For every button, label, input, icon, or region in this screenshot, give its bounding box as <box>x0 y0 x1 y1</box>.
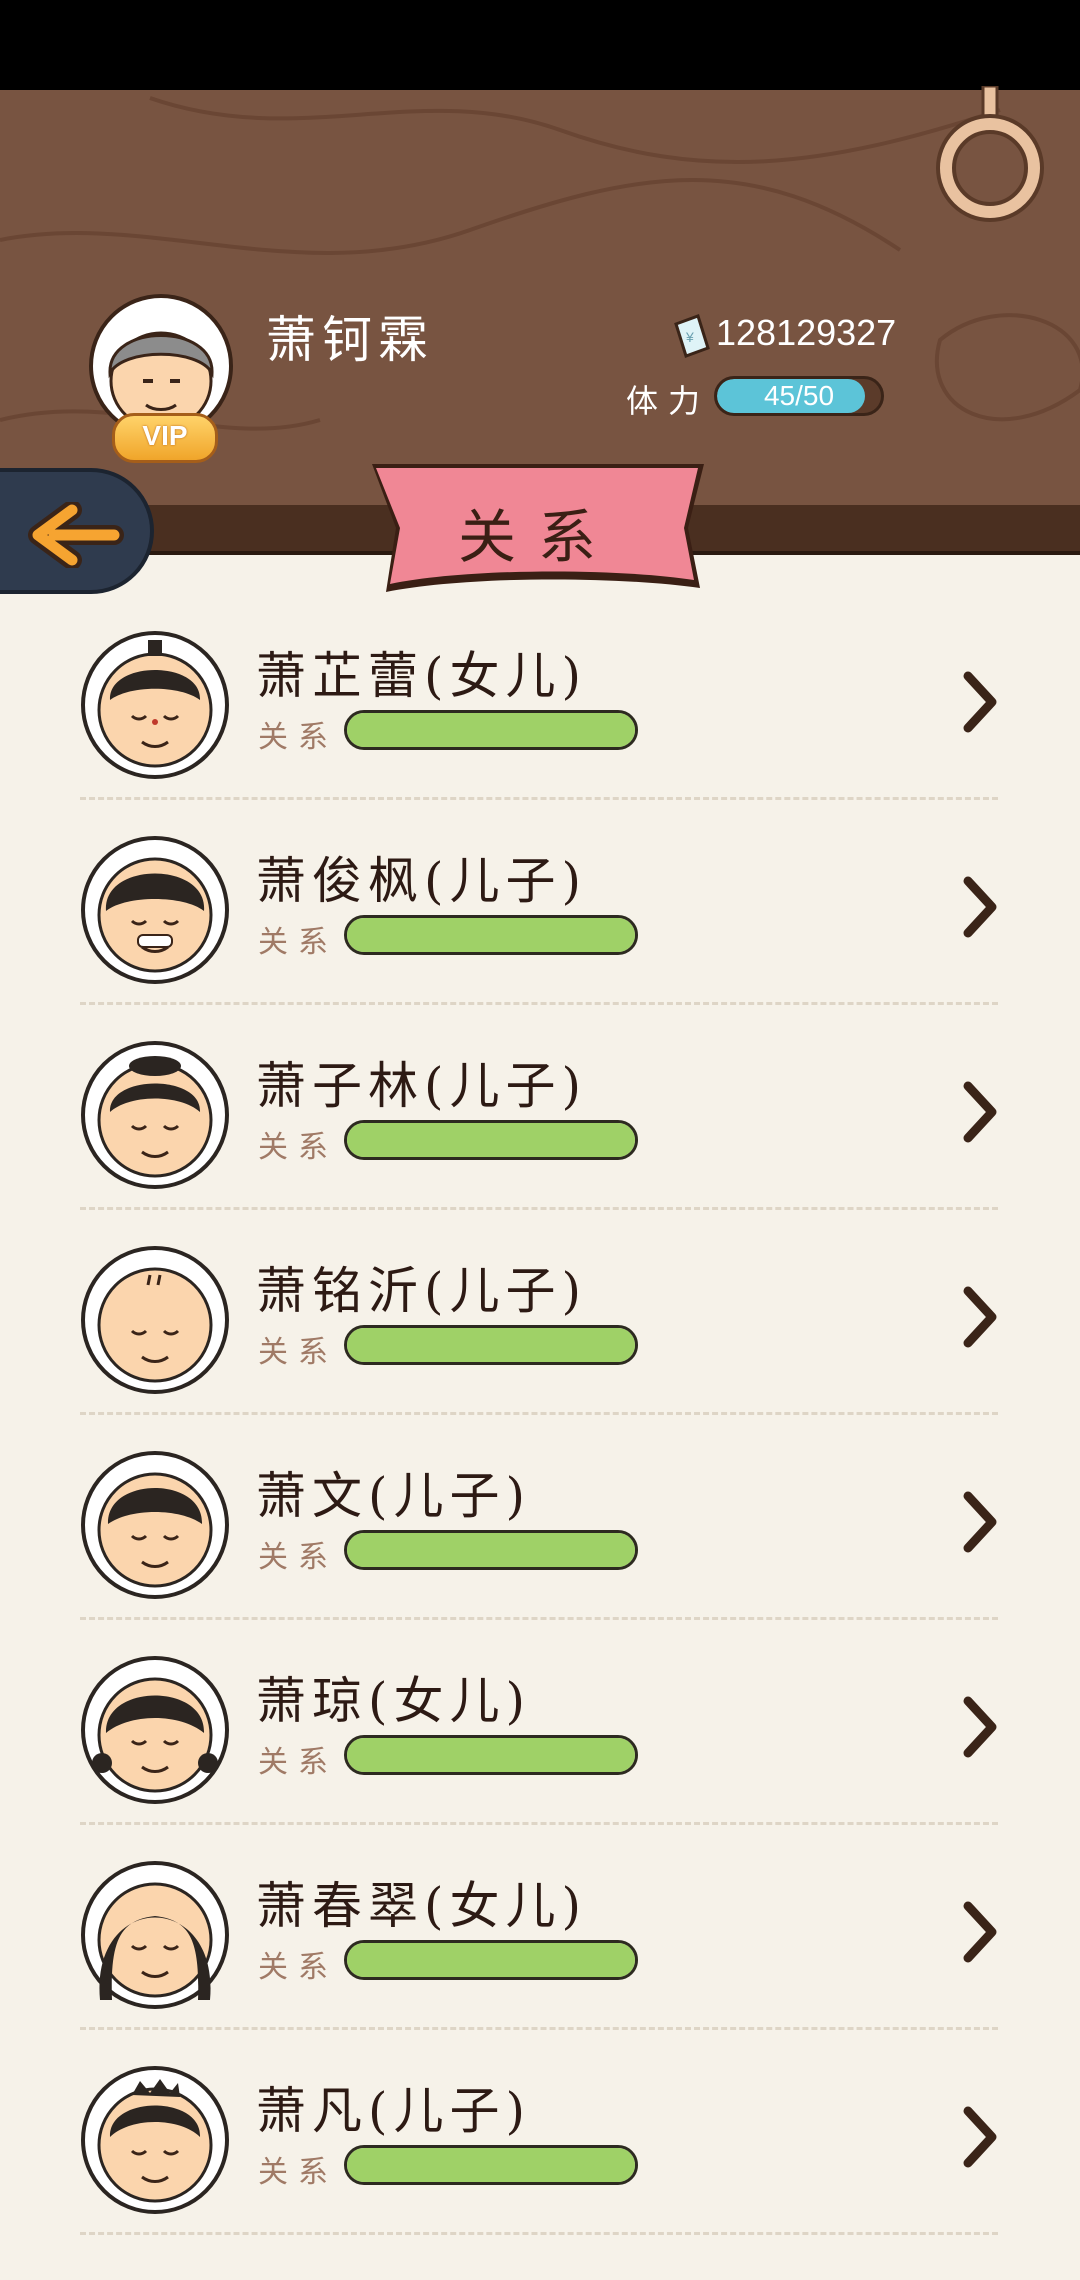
relations-list: 萧芷蕾(女儿) 关系 萧俊枫(儿子) 关系 萧子林(儿子) 关系 萧铭沂(儿子) 关系 萧文(儿… <box>0 600 1080 2280</box>
relation-row[interactable]: 萧春翠(女儿) 关系 <box>0 1830 1080 2035</box>
relation-bar <box>344 1325 638 1365</box>
ring-pull-icon[interactable] <box>935 86 1045 236</box>
boy-spiky-hair-icon <box>81 2066 229 2214</box>
relation-label: 关系 <box>258 925 338 960</box>
relation-bar-fill <box>347 713 635 747</box>
status-bar <box>0 0 1080 90</box>
back-button[interactable] <box>0 468 154 594</box>
relation-bar-fill <box>347 1533 635 1567</box>
relation-label: 关系 <box>258 1950 338 1985</box>
relation-bar <box>344 1735 638 1775</box>
relation-name: 萧俊枫(儿子) <box>256 852 588 910</box>
chevron-right-icon[interactable] <box>960 670 1000 734</box>
relation-label: 关系 <box>258 1130 338 1165</box>
chevron-right-icon[interactable] <box>960 1285 1000 1349</box>
relation-name: 萧子林(儿子) <box>256 1057 588 1115</box>
row-divider <box>80 1002 998 1005</box>
stamina-label: 体力 <box>626 382 711 420</box>
chevron-right-icon[interactable] <box>960 2105 1000 2169</box>
relation-bar-fill <box>347 1943 635 1977</box>
row-divider <box>80 2027 998 2030</box>
relation-label: 关系 <box>258 720 338 755</box>
relation-bar-fill <box>347 1328 635 1362</box>
relation-bar-fill <box>347 1123 635 1157</box>
boy-topknot-icon <box>81 1041 229 1189</box>
chevron-right-icon[interactable] <box>960 1490 1000 1554</box>
relation-bar <box>344 915 638 955</box>
row-divider <box>80 1207 998 1210</box>
relation-bar <box>344 2145 638 2185</box>
arrow-left-icon <box>28 502 124 568</box>
page-title: 关系 <box>457 503 618 571</box>
relation-row[interactable]: 萧凡(儿子) 关系 <box>0 2035 1080 2240</box>
row-divider <box>80 1822 998 1825</box>
boy-grin-icon <box>81 836 229 984</box>
girl-pigtails-icon <box>81 1656 229 1804</box>
girl-bun-icon <box>81 631 229 779</box>
relation-row[interactable]: 萧子林(儿子) 关系 <box>0 1010 1080 1215</box>
relation-row[interactable]: 萧铭沂(儿子) 关系 <box>0 1215 1080 1420</box>
chevron-right-icon[interactable] <box>960 875 1000 939</box>
relation-bar-fill <box>347 1738 635 1772</box>
money-amount: 128129327 <box>716 312 897 353</box>
relation-name: 萧琼(女儿) <box>256 1672 532 1730</box>
relation-name: 萧文(儿子) <box>256 1467 532 1525</box>
relation-label: 关系 <box>258 1335 338 1370</box>
relation-name: 萧铭沂(儿子) <box>256 1262 588 1320</box>
svg-text:¥: ¥ <box>685 329 694 345</box>
chevron-right-icon[interactable] <box>960 1695 1000 1759</box>
relation-row[interactable]: 萧芷蕾(女儿) 关系 <box>0 600 1080 805</box>
stamina-bar: 45/50 <box>714 376 884 416</box>
relation-bar <box>344 710 638 750</box>
row-divider <box>80 1412 998 1415</box>
banknote-icon: ¥ <box>674 314 710 358</box>
relation-bar-fill <box>347 2148 635 2182</box>
row-divider <box>80 797 998 800</box>
relation-row[interactable]: 萧文(儿子) 关系 <box>0 1420 1080 1625</box>
relation-bar <box>344 1940 638 1980</box>
chevron-right-icon[interactable] <box>960 1080 1000 1144</box>
relation-label: 关系 <box>258 1540 338 1575</box>
relation-row[interactable]: 萧俊枫(儿子) 关系 <box>0 805 1080 1010</box>
relation-row[interactable]: 萧琼(女儿) 关系 <box>0 1625 1080 1830</box>
row-divider <box>80 1617 998 1620</box>
chevron-right-icon[interactable] <box>960 1900 1000 1964</box>
relation-label: 关系 <box>258 2155 338 2190</box>
relation-bar <box>344 1530 638 1570</box>
row-divider <box>80 2232 998 2235</box>
girl-long-hair-icon <box>81 1861 229 2009</box>
bald-man-icon <box>81 1246 229 1394</box>
relation-name: 萧芷蕾(女儿) <box>256 647 588 705</box>
relation-bar <box>344 1120 638 1160</box>
relation-bar-fill <box>347 918 635 952</box>
stamina-value: 45/50 <box>763 380 835 411</box>
player-name: 萧钶霖 <box>266 311 434 369</box>
relation-label: 关系 <box>258 1745 338 1780</box>
relation-name: 萧凡(儿子) <box>256 2082 532 2140</box>
boy-short-hair-icon <box>81 1451 229 1599</box>
relation-name: 萧春翠(女儿) <box>256 1877 588 1935</box>
vip-badge: VIP <box>112 413 218 463</box>
